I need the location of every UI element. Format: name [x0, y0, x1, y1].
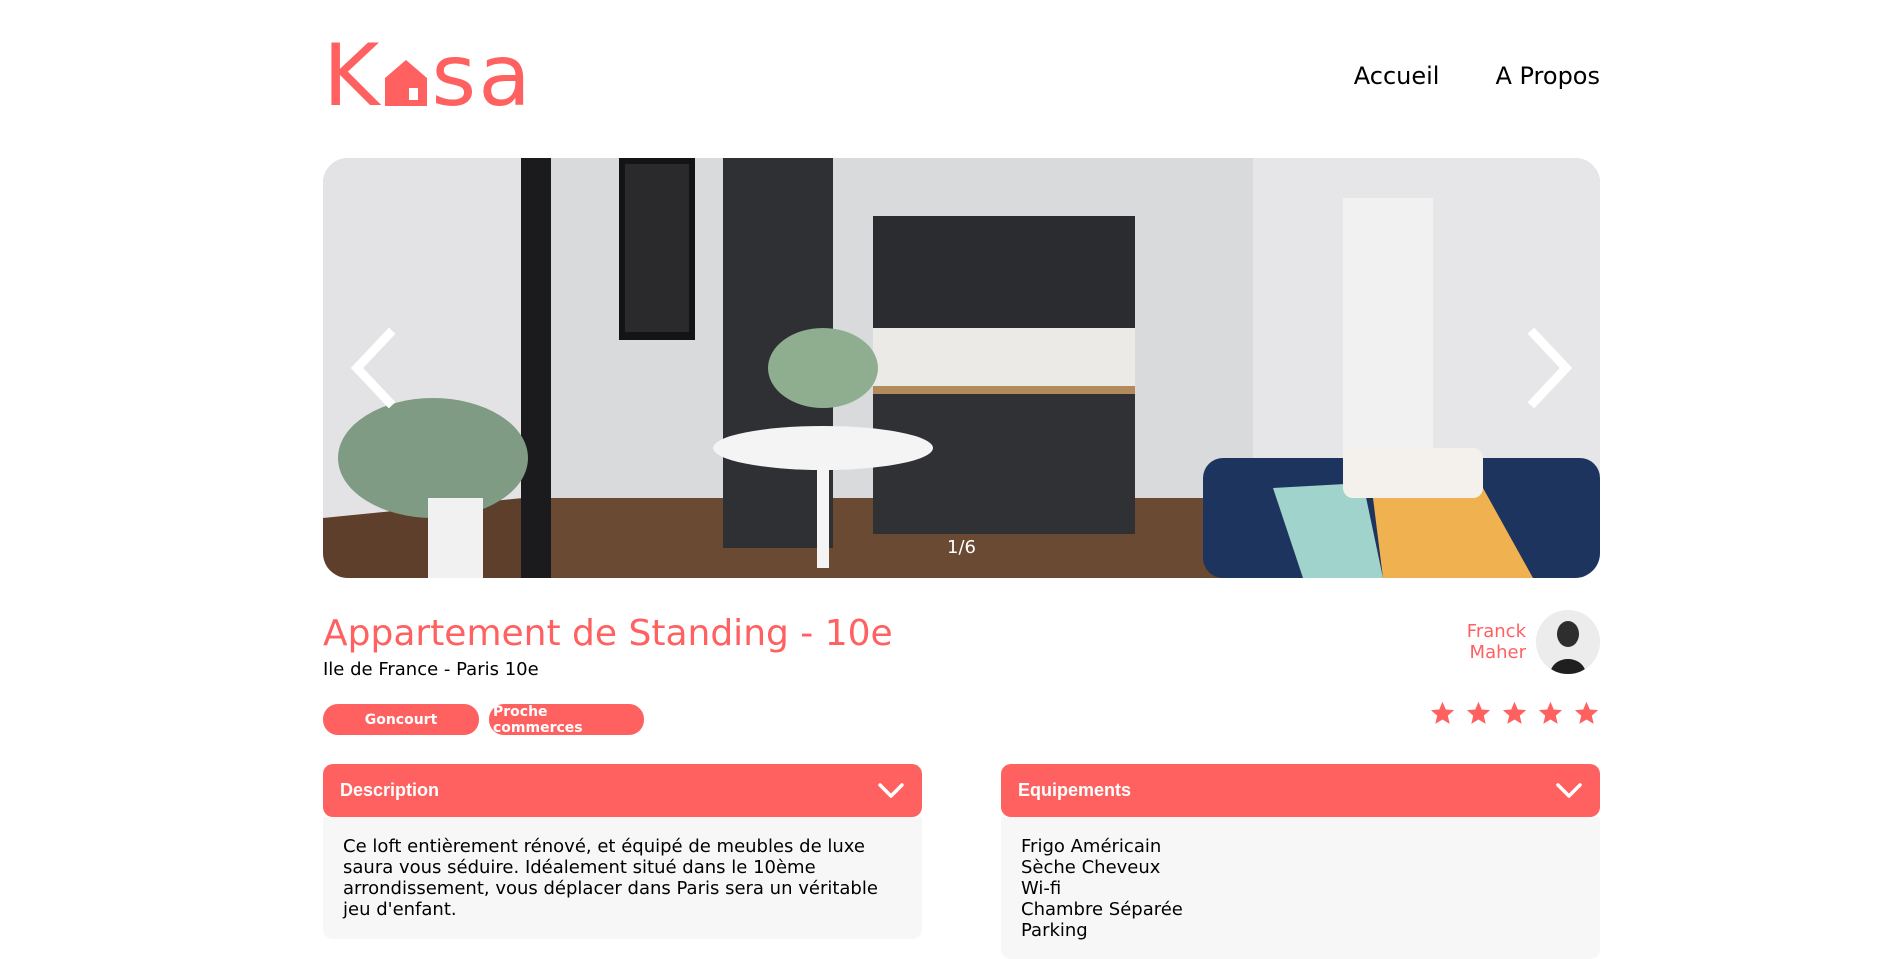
equipements-collapse-title: Equipements	[1018, 780, 1132, 800]
chevron-down-icon	[1556, 782, 1582, 798]
carousel-counter: 1/6	[947, 537, 976, 558]
host-photo	[1536, 610, 1600, 674]
host-name: Franck Maher	[1467, 621, 1526, 663]
star-icon	[1574, 701, 1599, 724]
list-item: Frigo Américain	[1021, 836, 1162, 857]
list-item: Chambre Séparée	[1021, 899, 1183, 920]
equipements-list-panel: Frigo Américain Sèche Cheveux Wi-fi Cham…	[1001, 817, 1600, 959]
nav-link-home[interactable]: Accueil	[1354, 62, 1440, 90]
avatar	[1536, 610, 1600, 674]
photo-carousel: 1/6	[323, 158, 1600, 578]
description-text: Ce loft entièrement rénové, et équipé de…	[323, 817, 922, 939]
description-collapse: Description Ce loft entièrement rénové, …	[323, 764, 922, 939]
tag: Proche commerces	[489, 704, 644, 736]
main-nav: Accueil A Propos	[1354, 62, 1600, 90]
logo-letter-k: K	[323, 26, 382, 126]
house-icon	[385, 60, 428, 106]
host-last-name: Maher	[1469, 642, 1526, 663]
equipements-collapse: Equipements Frigo Américain Sèche Cheveu…	[1001, 764, 1600, 959]
list-item: Wi-fi	[1021, 878, 1062, 899]
host: Franck Maher	[1467, 610, 1600, 674]
page: K sa Accueil A Propos 1/6 Appartement de…	[323, 0, 1600, 959]
chevron-down-icon	[878, 782, 904, 798]
host-first-name: Franck	[1466, 621, 1526, 642]
list-item: Sèche Cheveux	[1021, 857, 1161, 878]
chevron-right-icon	[1527, 327, 1573, 409]
listing-title: Appartement de Standing - 10e	[323, 613, 893, 654]
description-collapse-title: Description	[340, 780, 440, 800]
tag-list: Goncourt Proche commerces	[323, 704, 644, 736]
carousel-next-button[interactable]	[1526, 327, 1574, 413]
description-collapse-toggle[interactable]: Description	[323, 764, 922, 817]
listing-location: Ile de France - Paris 10e	[323, 659, 539, 680]
nav-link-about[interactable]: A Propos	[1495, 62, 1600, 90]
logo-letters-sa: sa	[431, 26, 533, 126]
rating-stars	[1429, 700, 1600, 727]
kasa-logo[interactable]: K sa	[323, 26, 533, 126]
equipements-collapse-toggle[interactable]: Equipements	[1001, 764, 1600, 817]
star-icon	[1430, 701, 1455, 724]
chevron-left-icon	[350, 327, 396, 409]
equipements-list: Frigo Américain Sèche Cheveux Wi-fi Cham…	[1021, 836, 1580, 941]
star-icon	[1538, 701, 1563, 724]
apartment-photo	[323, 158, 1600, 578]
carousel-prev-button[interactable]	[349, 327, 397, 413]
tag: Goncourt	[323, 704, 479, 735]
star-icon	[1466, 701, 1491, 724]
star-icon	[1502, 701, 1527, 724]
list-item: Parking	[1021, 920, 1088, 941]
